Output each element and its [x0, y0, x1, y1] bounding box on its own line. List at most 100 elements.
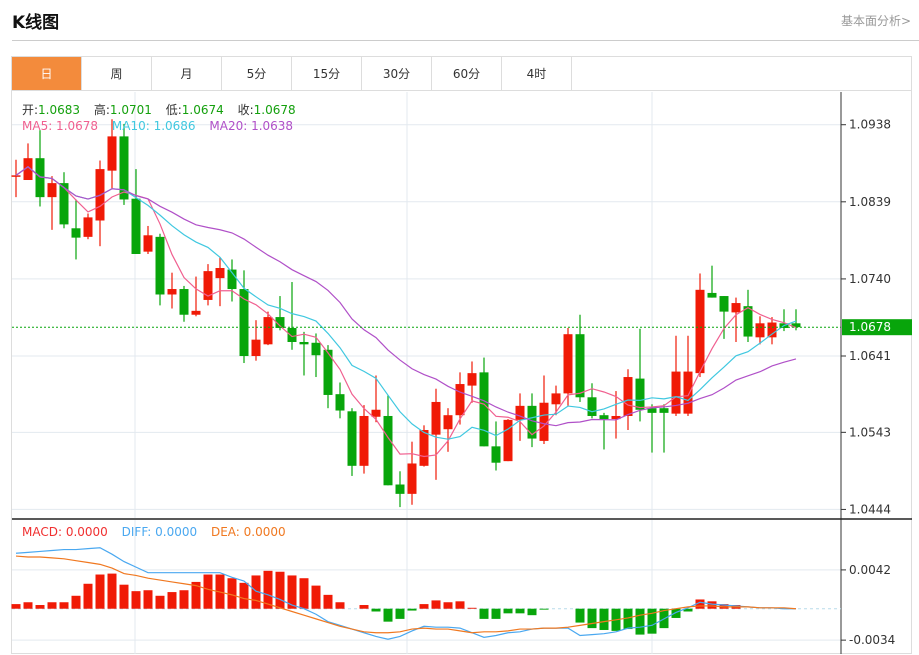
macd-bar	[539, 608, 549, 610]
macd-bar	[575, 608, 585, 623]
macd-bar	[635, 608, 645, 635]
macd-y-tick-label: 0.0042	[849, 563, 891, 577]
candle	[455, 372, 465, 425]
macd-bar	[23, 602, 33, 609]
candle	[395, 471, 405, 508]
y-tick-label: 1.0839	[849, 195, 891, 209]
macd-bar	[383, 608, 393, 622]
close-value: 1.0678	[253, 103, 296, 117]
candle	[647, 404, 657, 453]
candle-body	[587, 397, 597, 416]
macd-bar	[107, 573, 117, 609]
macd-bar	[71, 595, 81, 609]
candle-body	[767, 322, 777, 338]
candle	[11, 159, 21, 198]
dea-value: DEA: 0.0000	[210, 525, 286, 539]
macd-bar	[95, 574, 105, 609]
macd-bar	[455, 601, 465, 609]
macd-value: MACD: 0.0000	[22, 525, 108, 539]
macd-bar	[479, 608, 489, 619]
candle-body	[491, 446, 501, 463]
macd-bar	[707, 601, 717, 609]
candle	[383, 394, 393, 486]
last-price-label: 1.0678	[849, 320, 891, 334]
candle	[359, 405, 369, 474]
macd-bar	[119, 584, 129, 609]
macd-bar	[131, 591, 141, 609]
candle-body	[47, 183, 57, 198]
candle	[71, 199, 81, 260]
candle-body	[635, 378, 645, 410]
candle-body	[743, 306, 753, 337]
y-tick-label: 1.0740	[849, 272, 891, 286]
macd-bar	[203, 574, 213, 609]
candle-body	[419, 429, 429, 466]
candle	[35, 130, 45, 207]
candle-body	[263, 317, 273, 345]
candle-body	[443, 415, 453, 430]
candle	[719, 296, 729, 339]
y-tick-label: 1.0543	[849, 425, 891, 439]
candle-body	[755, 323, 765, 338]
macd-bar	[395, 608, 405, 619]
candle-body	[731, 303, 741, 313]
candle-body	[287, 327, 297, 342]
y-tick-label: 1.0444	[849, 502, 891, 516]
candle	[227, 259, 237, 302]
candle	[659, 404, 669, 453]
macd-bar	[443, 602, 453, 609]
candle-body	[335, 394, 345, 411]
candle	[575, 314, 585, 402]
candle-body	[371, 409, 381, 417]
candle	[335, 382, 345, 419]
high-value: 1.0701	[109, 103, 152, 117]
candle	[551, 385, 561, 416]
candle-body	[479, 372, 489, 447]
open-value: 1.0683	[38, 103, 81, 117]
candle	[431, 388, 441, 480]
candle-body	[179, 289, 189, 315]
candle-body	[143, 235, 153, 252]
candle-body	[467, 373, 477, 386]
low-label: 低:	[165, 103, 182, 117]
candle-body	[431, 401, 441, 435]
candle-body	[11, 175, 21, 177]
ma20-value: MA20: 1.0638	[209, 119, 294, 133]
macd-bar	[179, 590, 189, 609]
macd-bar	[503, 608, 513, 614]
macd-bar	[371, 608, 381, 612]
candle-body	[155, 236, 165, 295]
macd-bar	[323, 594, 333, 609]
macd-bar	[491, 608, 501, 619]
macd-bar	[407, 608, 417, 611]
candle	[59, 172, 69, 229]
macd-bar	[227, 578, 237, 609]
diff-value: DIFF: 0.0000	[121, 525, 198, 539]
candle	[707, 265, 717, 298]
ma10-value: MA10: 1.0686	[111, 119, 196, 133]
candle-body	[551, 393, 561, 405]
candle-body	[659, 408, 669, 413]
candle-body	[407, 463, 417, 494]
candle-body	[683, 371, 693, 414]
candle	[131, 169, 141, 254]
macd-bar	[671, 608, 681, 618]
candle-body	[599, 415, 609, 420]
macd-bar	[83, 583, 93, 609]
kline-chart[interactable]: 1.0938 1.0839 1.0740 1.0641 1.0543 1.0444 0.00…	[0, 0, 919, 655]
candle-body	[455, 384, 465, 416]
candle	[311, 333, 321, 378]
candle-body	[347, 411, 357, 466]
candle	[419, 425, 429, 467]
candle	[287, 282, 297, 350]
macd-bar	[239, 582, 249, 609]
candle	[251, 320, 261, 361]
candle-body	[719, 296, 729, 312]
candle-body	[359, 415, 369, 466]
candle	[599, 412, 609, 450]
candle	[347, 408, 357, 476]
candle	[299, 331, 309, 376]
candle-body	[395, 484, 405, 494]
macd-bar	[59, 602, 69, 609]
candle-body	[671, 371, 681, 414]
